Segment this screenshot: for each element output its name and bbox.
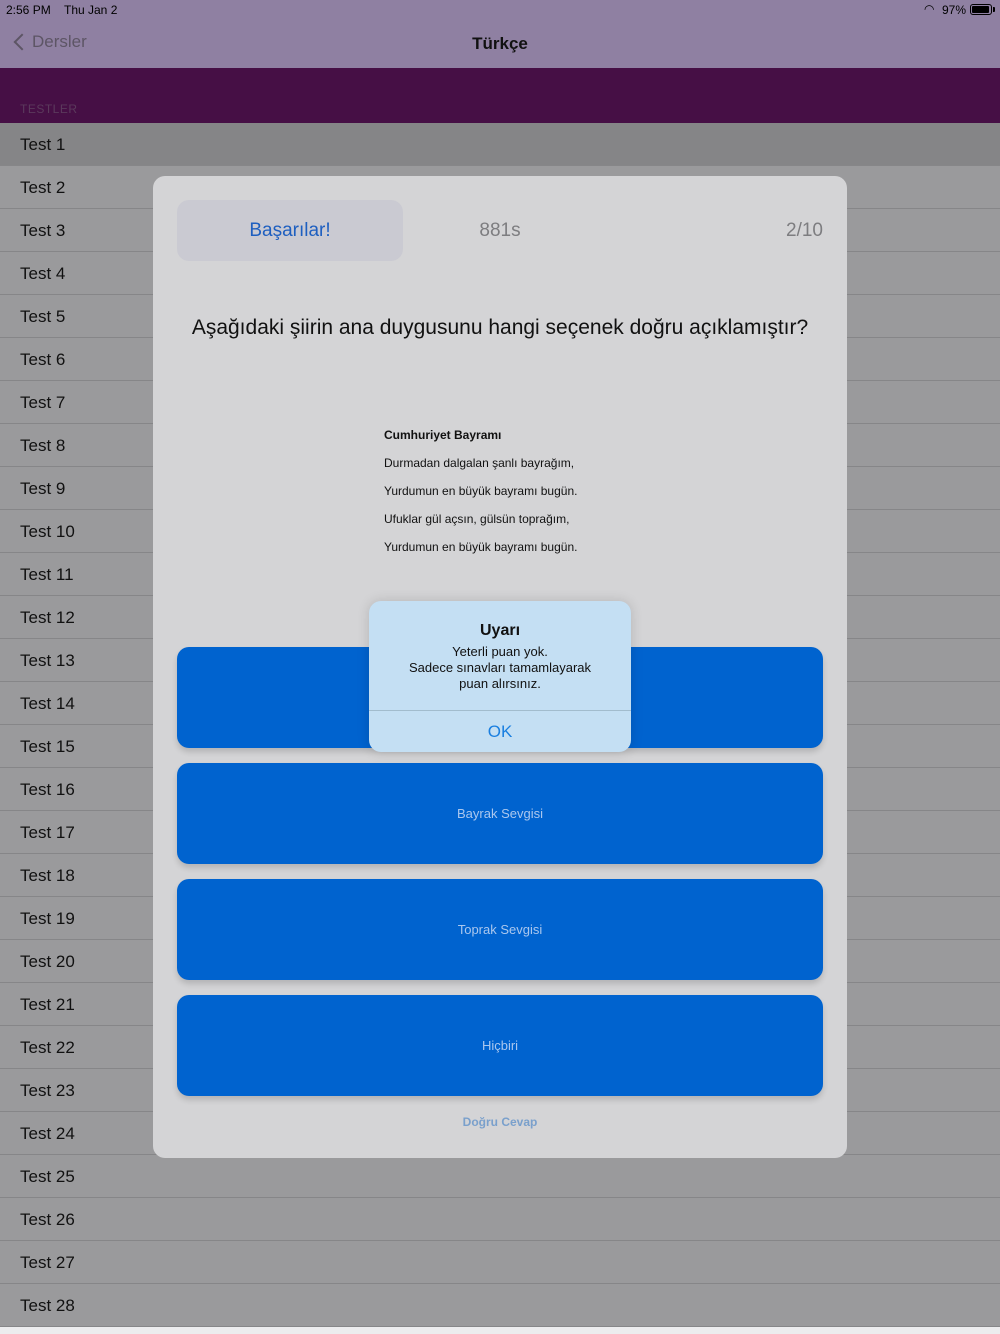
list-item-label: Test 23 (20, 1081, 75, 1100)
list-item-label: Test 10 (20, 522, 75, 541)
navigation-bar: Dersler Türkçe (0, 20, 1000, 68)
list-item-label: Test 28 (20, 1296, 75, 1315)
alert-message-line: puan alırsınız. (459, 676, 541, 691)
poem-line: Yurdumun en büyük bayramı bugün. (384, 540, 578, 554)
list-item[interactable]: Test 27 (0, 1241, 1000, 1284)
question-text: Aşağıdaki şiirin ana duygusunu hangi seç… (191, 316, 809, 339)
timer-label: 881s (479, 220, 521, 241)
answer-option-2[interactable]: Bayrak Sevgisi (177, 763, 823, 864)
answer-option-4[interactable]: Hiçbiri (177, 995, 823, 1096)
poem-line: Ufuklar gül açsın, gülsün toprağım, (384, 512, 570, 526)
list-item[interactable]: Test 25 (0, 1155, 1000, 1198)
list-item-label: Test 7 (20, 393, 66, 412)
section-header: TESTLER (20, 102, 78, 116)
list-item-label: Test 11 (20, 565, 74, 584)
battery-icon (970, 4, 992, 15)
answer-option-3[interactable]: Toprak Sevgisi (177, 879, 823, 980)
battery-tip (993, 7, 995, 12)
status-time: 2:56 PM (6, 3, 51, 17)
motivation-badge: Başarılar! (177, 200, 403, 261)
status-date: Thu Jan 2 (64, 3, 118, 17)
list-item-label: Test 6 (20, 350, 66, 369)
list-item-label: Test 13 (20, 651, 75, 670)
list-item-label: Test 25 (20, 1167, 75, 1186)
list-item[interactable]: Test 28 (0, 1284, 1000, 1327)
list-item-label: Test 5 (20, 307, 66, 326)
alert-message: Yeterli puan yok. Sadece sınavları tamam… (379, 644, 621, 692)
list-item-label: Test 20 (20, 952, 75, 971)
list-item[interactable]: Test 1 (0, 123, 1000, 166)
list-item-label: Test 2 (20, 178, 66, 197)
poem-image: Cumhuriyet Bayramı Durmadan dalgalan şan… (384, 426, 624, 556)
list-item-label: Test 16 (20, 780, 75, 799)
alert-title: Uyarı (479, 622, 521, 639)
list-item-label: Test 22 (20, 1038, 75, 1057)
list-item-label: Test 1 (20, 135, 66, 154)
list-item-label: Test 4 (20, 264, 66, 283)
list-item-label: Test 17 (20, 823, 75, 842)
list-item-label: Test 8 (20, 436, 66, 455)
list-item[interactable]: Test 26 (0, 1198, 1000, 1241)
list-item-label: Test 9 (20, 479, 66, 498)
ok-button[interactable]: OK (369, 711, 631, 752)
poem-line: Yurdumun en büyük bayramı bugün. (384, 484, 578, 498)
list-item-label: Test 15 (20, 737, 75, 756)
alert-message-line: Sadece sınavları tamamlayarak (408, 660, 592, 675)
list-item-label: Test 14 (20, 694, 75, 713)
correct-answer-button[interactable]: Doğru Cevap (153, 1115, 847, 1129)
list-item-label: Test 18 (20, 866, 75, 885)
alert-dialog: Uyarı Yeterli puan yok. Sadece sınavları… (369, 601, 631, 752)
section-header-band: TESTLER (0, 68, 1000, 123)
list-item-label: Test 12 (20, 608, 75, 627)
alert-message-line: Yeterli puan yok. (452, 644, 548, 659)
list-item-label: Test 21 (20, 995, 75, 1014)
poem-line: Durmadan dalgalan şanlı bayrağım, (384, 456, 575, 470)
list-item-label: Test 24 (20, 1124, 75, 1143)
list-item-label: Test 19 (20, 909, 75, 928)
question-progress: 2/10 (786, 220, 823, 241)
wifi-icon: ◠ (924, 2, 935, 16)
list-item-label: Test 27 (20, 1253, 75, 1272)
page-title: Türkçe (472, 34, 528, 53)
list-item-label: Test 3 (20, 221, 66, 240)
list-item-label: Test 26 (20, 1210, 75, 1229)
status-bar: 2:56 PM Thu Jan 2 ◠ 97% (0, 0, 1000, 20)
battery-percent: 97% (942, 3, 967, 17)
poem-title: Cumhuriyet Bayramı (384, 428, 502, 442)
